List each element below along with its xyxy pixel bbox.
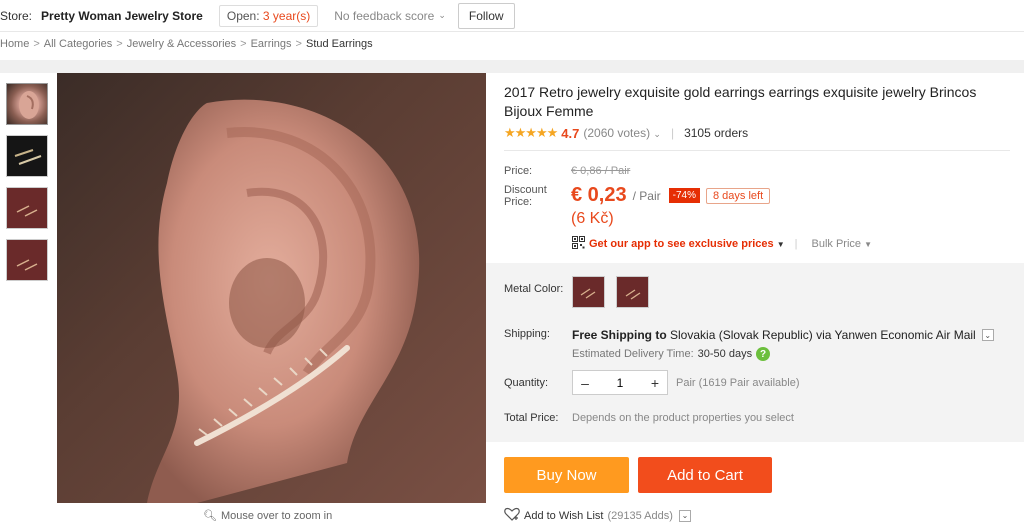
qr-code-icon — [572, 236, 585, 252]
delivery-days: 30-50 days — [697, 348, 753, 360]
app-prices-text: Get our app to see exclusive prices — [589, 238, 774, 250]
shipping-label: Shipping: — [504, 328, 550, 340]
shipping-dropdown-icon[interactable]: ⌄ — [981, 329, 994, 341]
breadcrumb-separator: > — [116, 38, 123, 50]
thumbnail-ear[interactable] — [6, 83, 48, 125]
breadcrumb: Home > All Categories > Jewelry & Access… — [0, 38, 373, 50]
add-to-cart-button[interactable]: Add to Cart — [638, 457, 772, 493]
breadcrumb-home[interactable]: Home — [0, 38, 29, 50]
caret-down-icon: ▼ — [776, 240, 785, 249]
breadcrumb-separator: > — [33, 38, 40, 50]
quantity-increase-button[interactable]: + — [643, 371, 667, 394]
caret-down-icon: ▼ — [864, 240, 872, 249]
votes-dropdown[interactable]: (2060 votes) ⌄ — [583, 126, 661, 140]
metal-color-swatch-1[interactable] — [572, 276, 605, 308]
breadcrumb-earrings[interactable]: Earrings — [251, 38, 292, 50]
discount-badge: -74% — [668, 188, 700, 203]
heart-icon — [504, 507, 520, 524]
zoom-hint: 🔍︎ Mouse over to zoom in — [203, 509, 333, 523]
discount-price-label: Discount Price: — [504, 184, 547, 208]
total-price-label: Total Price: — [504, 412, 559, 424]
available-quantity: Pair (1619 Pair available) — [676, 377, 800, 389]
quantity-stepper: – + — [572, 370, 668, 395]
follow-button[interactable]: Follow — [457, 2, 515, 29]
app-prices-link[interactable]: Get our app to see exclusive prices ▼ — [589, 238, 785, 250]
delivery-time: Estimated Delivery Time: 30-50 days ? — [572, 347, 771, 361]
buy-now-button[interactable]: Buy Now — [504, 457, 629, 493]
open-prefix: Open: — [226, 8, 260, 23]
orders-count: 3105 orders — [684, 126, 749, 140]
bulk-price-text: Bulk Price — [811, 238, 862, 250]
metal-color-label: Metal Color: — [504, 283, 564, 295]
product-title: 2017 Retro jewelry exquisite gold earrin… — [504, 84, 977, 119]
quantity-label: Quantity: — [504, 377, 549, 389]
days-left-badge: 8 days left — [705, 187, 771, 204]
votes-count: (2060 votes) — [583, 126, 651, 140]
rating-value: 4.7 — [561, 125, 580, 141]
open-years: 3 year(s) — [262, 8, 311, 23]
help-icon[interactable]: ? — [756, 347, 771, 361]
discount-label-line2: Price: — [504, 196, 533, 208]
thumbnail-earrings-red-2[interactable] — [6, 239, 48, 281]
total-price-value: Depends on the product properties you se… — [572, 412, 794, 424]
zoom-hint-text: Mouse over to zoom in — [220, 509, 333, 522]
breadcrumb-jewelry[interactable]: Jewelry & Accessories — [127, 38, 236, 50]
search-icon: 🔍︎ — [203, 510, 217, 522]
metal-color-swatch-2[interactable] — [616, 276, 649, 308]
thumbnail-list — [6, 83, 48, 281]
bulk-price-dropdown[interactable]: Bulk Price ▼ — [811, 238, 872, 250]
chevron-down-icon: ⌄ — [653, 129, 661, 139]
divider: | — [794, 238, 798, 250]
local-price: (6 Kč) — [571, 210, 614, 227]
thumbnail-earrings-red[interactable] — [6, 187, 48, 229]
shipping-destination: Slovakia (Slovak Republic) via Yanwen Ec… — [670, 328, 976, 342]
chevron-down-icon: ⌄ — [438, 10, 446, 20]
original-price: € 0,86 / Pair — [571, 165, 631, 177]
product-main-image[interactable] — [57, 73, 486, 503]
quantity-input[interactable] — [597, 371, 643, 394]
app-promo-row: Get our app to see exclusive prices ▼ | … — [572, 236, 872, 252]
divider: | — [670, 126, 675, 140]
wish-list-dropdown-icon[interactable]: ⌄ — [678, 509, 691, 522]
rating-row: ★★★★★ 4.7 (2060 votes) ⌄ | 3105 orders — [504, 125, 748, 141]
star-rating-icon: ★★★★★ — [504, 125, 558, 140]
delivery-label: Estimated Delivery Time: — [572, 348, 694, 360]
shipping-free-text: Free Shipping to — [572, 328, 667, 342]
feedback-score-dropdown[interactable]: No feedback score ⌄ — [334, 9, 446, 23]
store-label: Store: — [0, 8, 33, 23]
discount-price-row: € 0,23 / Pair -74% 8 days left — [571, 184, 771, 207]
price-label: Price: — [504, 165, 533, 177]
shipping-info: Free Shipping to Slovakia (Slovak Republ… — [572, 328, 994, 342]
feedback-text: No feedback score — [334, 8, 435, 23]
add-to-wish-list-button[interactable]: Add to Wish List (29135 Adds) ⌄ — [504, 507, 691, 524]
store-open-badge: Open: 3 year(s) — [218, 4, 319, 27]
breadcrumb-separator: > — [240, 38, 247, 50]
discount-price: € 0,23 — [571, 184, 627, 206]
discount-label-line1: Discount — [504, 184, 547, 196]
divider — [504, 150, 1010, 151]
quantity-decrease-button[interactable]: – — [573, 371, 597, 394]
breadcrumb-separator: > — [295, 38, 302, 50]
breadcrumb-all-categories[interactable]: All Categories — [44, 38, 112, 50]
wish-list-text: Add to Wish List — [524, 509, 604, 522]
divider-strip — [0, 60, 1024, 73]
wish-list-count: (29135 Adds) — [607, 509, 673, 522]
store-name-link[interactable]: Pretty Woman Jewelry Store — [41, 9, 203, 23]
price-unit: / Pair — [632, 188, 661, 203]
breadcrumb-stud-earrings[interactable]: Stud Earrings — [306, 38, 373, 50]
store-bar: Store: Pretty Woman Jewelry Store Open: … — [0, 0, 1024, 32]
thumbnail-earrings-black[interactable] — [6, 135, 48, 177]
